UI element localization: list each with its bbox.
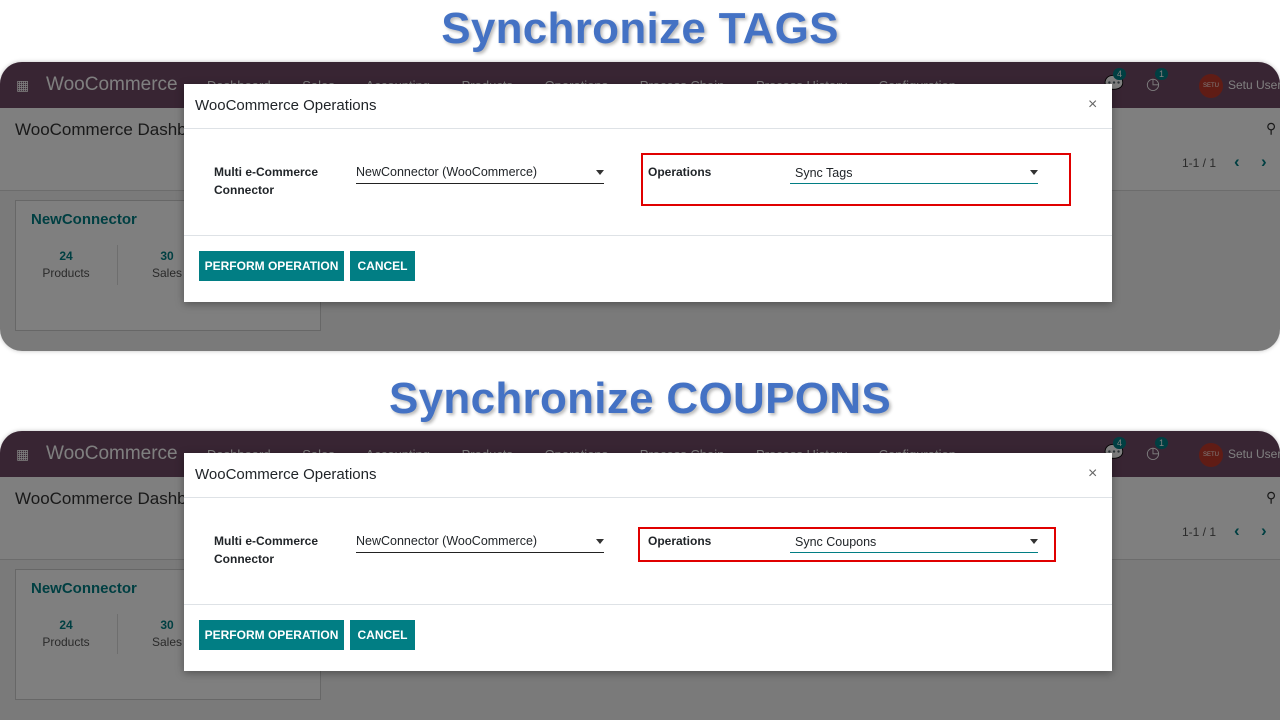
dialog-title: WooCommerce Operations bbox=[195, 466, 377, 483]
screenshot-tags: ▦ WooCommerce Dashboard Sales Accounting… bbox=[0, 62, 1280, 351]
chevron-down-icon[interactable] bbox=[596, 170, 604, 175]
operations-value: Sync Tags bbox=[795, 166, 853, 180]
dialog-header: WooCommerce Operations × bbox=[184, 84, 1112, 129]
dialog-footer: PERFORM OPERATION CANCEL bbox=[184, 604, 1112, 672]
connector-select[interactable]: NewConnector (WooCommerce) bbox=[356, 165, 604, 184]
connector-value: NewConnector (WooCommerce) bbox=[356, 534, 538, 548]
chevron-down-icon[interactable] bbox=[1030, 539, 1038, 544]
dialog-header: WooCommerce Operations × bbox=[184, 453, 1112, 498]
dialog-body: Multi e-Commerce Connector NewConnector … bbox=[184, 498, 1112, 604]
connector-label: Multi e-Commerce Connector bbox=[214, 534, 319, 566]
heading-coupons: Synchronize COUPONS bbox=[388, 374, 891, 423]
screenshot-coupons: ▦ WooCommerce Dashboard Sales Accounting… bbox=[0, 431, 1280, 720]
dialog-body: Multi e-Commerce Connector NewConnector … bbox=[184, 129, 1112, 235]
operations-label: Operations bbox=[648, 165, 712, 179]
operations-dialog: WooCommerce Operations × Multi e-Commerc… bbox=[184, 453, 1112, 671]
operations-select[interactable]: Sync Coupons bbox=[790, 534, 1038, 553]
close-icon[interactable]: × bbox=[1088, 465, 1097, 483]
operations-select[interactable]: Sync Tags bbox=[790, 165, 1038, 184]
cancel-button[interactable]: CANCEL bbox=[350, 251, 415, 281]
operations-label: Operations bbox=[648, 534, 712, 548]
dialog-footer: PERFORM OPERATION CANCEL bbox=[184, 235, 1112, 303]
perform-operation-button[interactable]: PERFORM OPERATION bbox=[199, 620, 344, 650]
dialog-title: WooCommerce Operations bbox=[195, 97, 377, 114]
close-icon[interactable]: × bbox=[1088, 96, 1097, 114]
chevron-down-icon[interactable] bbox=[1030, 170, 1038, 175]
connector-value: NewConnector (WooCommerce) bbox=[356, 165, 538, 179]
operations-value: Sync Coupons bbox=[795, 535, 877, 549]
perform-operation-button[interactable]: PERFORM OPERATION bbox=[199, 251, 344, 281]
operations-dialog: WooCommerce Operations × Multi e-Commerc… bbox=[184, 84, 1112, 302]
cancel-button[interactable]: CANCEL bbox=[350, 620, 415, 650]
heading-tags: Synchronize TAGS bbox=[441, 4, 839, 53]
connector-select[interactable]: NewConnector (WooCommerce) bbox=[356, 534, 604, 553]
connector-label: Multi e-Commerce Connector bbox=[214, 165, 319, 197]
chevron-down-icon[interactable] bbox=[596, 539, 604, 544]
